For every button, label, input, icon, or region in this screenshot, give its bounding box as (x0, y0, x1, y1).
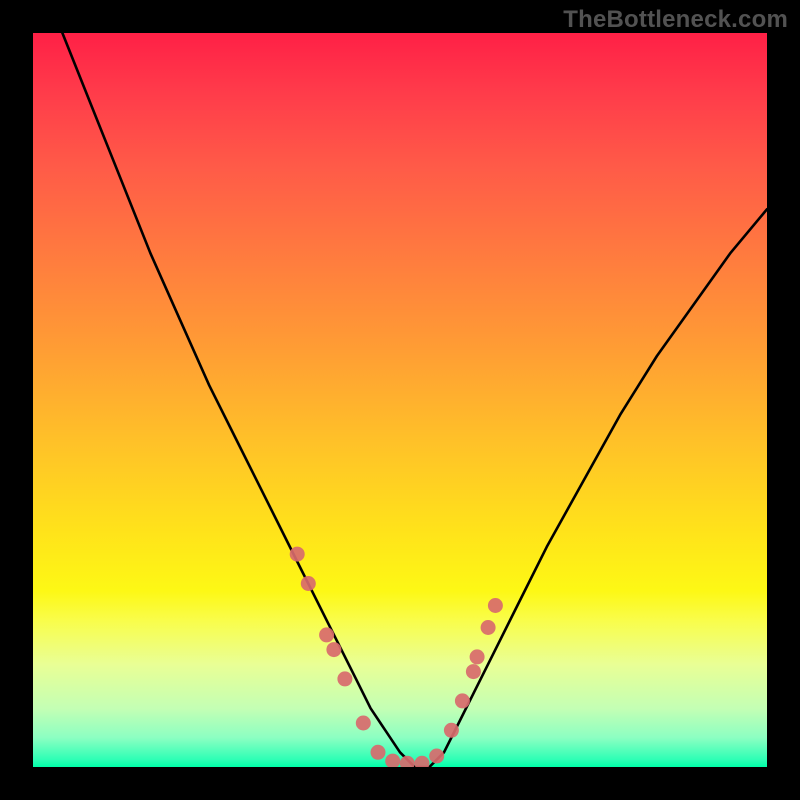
sample-dots (290, 547, 503, 767)
sample-dot (290, 547, 305, 562)
sample-dot (444, 723, 459, 738)
chart-frame: TheBottleneck.com (0, 0, 800, 800)
sample-dot (385, 754, 400, 767)
sample-dot (470, 649, 485, 664)
chart-overlay (33, 33, 767, 767)
sample-dot (371, 745, 386, 760)
sample-dot (415, 756, 430, 767)
sample-dot (488, 598, 503, 613)
sample-dot (319, 627, 334, 642)
sample-dot (356, 716, 371, 731)
sample-dot (337, 671, 352, 686)
sample-dot (301, 576, 316, 591)
sample-dot (455, 693, 470, 708)
sample-dot (466, 664, 481, 679)
sample-dot (326, 642, 341, 657)
sample-dot (400, 756, 415, 767)
watermark-text: TheBottleneck.com (563, 6, 788, 34)
bottleneck-curve (62, 33, 767, 767)
sample-dot (429, 749, 444, 764)
sample-dot (481, 620, 496, 635)
plot-area (33, 33, 767, 767)
